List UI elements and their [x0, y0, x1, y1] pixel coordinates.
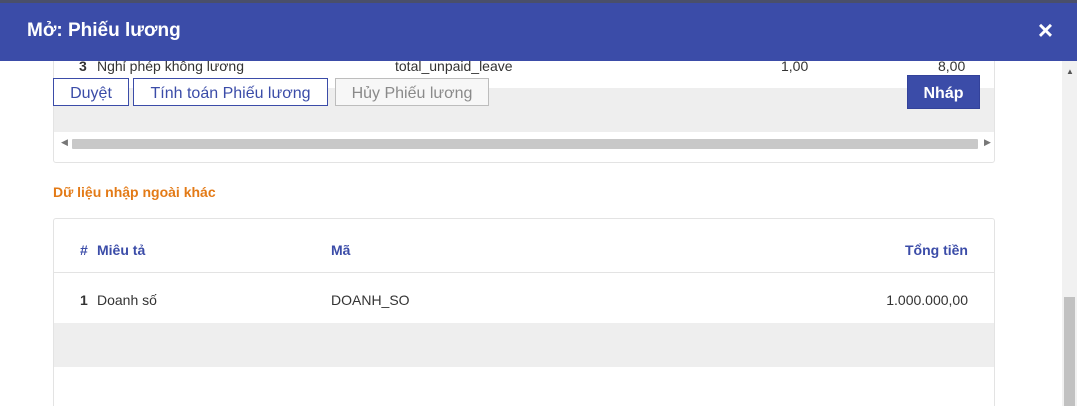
close-icon[interactable]: ×	[1038, 15, 1053, 45]
row-description: Doanh số	[97, 292, 157, 308]
scroll-right-icon[interactable]: ▶	[984, 137, 991, 148]
table-header: # Miêu tả Mã Tổng tiền	[54, 219, 994, 273]
other-inputs-table: # Miêu tả Mã Tổng tiền 1 Doanh số DOANH_…	[53, 218, 995, 406]
draft-status-button[interactable]: Nháp	[907, 75, 980, 109]
column-header-total[interactable]: Tổng tiền	[905, 242, 968, 258]
worked-days-table: 3 Nghỉ phép không lương total_unpaid_lea…	[53, 61, 995, 163]
scrollbar-thumb[interactable]	[72, 139, 978, 149]
section-title: Dữ liệu nhập ngoài khác	[53, 184, 216, 200]
row-value-2: 8,00	[938, 61, 966, 74]
dialog-title: Mở: Phiếu lương	[27, 20, 181, 41]
column-header-index[interactable]: #	[80, 242, 88, 258]
scroll-left-icon[interactable]: ◀	[61, 137, 68, 148]
cancel-payslip-button[interactable]: Hủy Phiếu lương	[335, 78, 489, 106]
horizontal-scrollbar[interactable]: ◀ ▶	[56, 135, 992, 151]
row-code: total_unpaid_leave	[395, 61, 513, 74]
approve-button[interactable]: Duyệt	[53, 78, 129, 106]
row-total: 1.000.000,00	[886, 292, 968, 308]
column-header-code[interactable]: Mã	[331, 242, 350, 258]
row-code: DOANH_SO	[331, 292, 410, 308]
scrollbar-thumb[interactable]	[1064, 297, 1075, 406]
row-index: 3	[79, 61, 87, 74]
column-header-description[interactable]: Miêu tả	[97, 242, 145, 258]
table-row[interactable]: 1 Doanh số DOANH_SO 1.000.000,00	[54, 273, 994, 324]
row-value-1: 1,00	[781, 61, 809, 74]
dialog-header: Mở: Phiếu lương ×	[0, 3, 1077, 61]
dialog-body: 3 Nghỉ phép không lương total_unpaid_lea…	[0, 61, 1062, 406]
compute-payslip-button[interactable]: Tính toán Phiếu lương	[133, 78, 328, 106]
scroll-up-icon[interactable]: ▲	[1066, 67, 1074, 76]
table-empty-row	[54, 323, 994, 367]
row-description: Nghỉ phép không lương	[97, 61, 244, 74]
row-index: 1	[80, 292, 88, 308]
vertical-scrollbar[interactable]: ▲	[1062, 61, 1077, 406]
